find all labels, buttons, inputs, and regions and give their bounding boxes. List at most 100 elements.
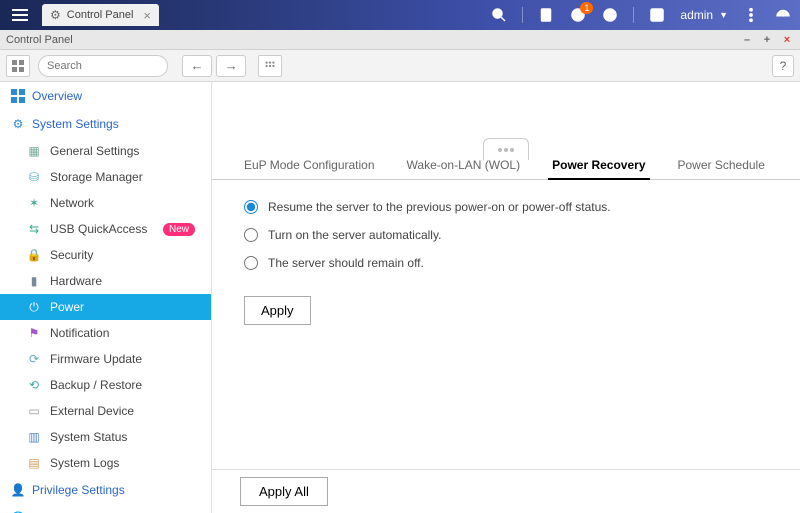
settings-icon: ▦ [26,143,42,159]
search-field[interactable] [47,60,189,72]
divider [633,7,634,23]
window-title-bar: Control Panel – + × [0,30,800,50]
radio-resume-previous[interactable] [244,200,258,214]
divider [522,7,523,23]
tab-handle[interactable] [483,138,529,160]
notifications-icon[interactable]: 1 [569,6,587,24]
sidebar-item-network[interactable]: ✶ Network [0,190,211,216]
apply-button[interactable]: Apply [244,296,311,325]
sidebar-item-label: System Status [50,430,127,444]
option-label: The server should remain off. [268,256,424,270]
user-icon[interactable] [648,6,666,24]
sidebar-item-storage-manager[interactable]: ⛁ Storage Manager [0,164,211,190]
sidebar-item-label: Notification [50,326,109,340]
sidebar-item-firmware-update[interactable]: ⟳ Firmware Update [0,346,211,372]
sidebar-item-label: Hardware [50,274,102,288]
window-title: Control Panel [6,34,73,46]
dashboard-icon[interactable] [774,6,792,24]
sidebar-item-system-status[interactable]: ▥ System Status [0,424,211,450]
sidebar-cat-label: System Settings [32,117,119,131]
user-menu[interactable]: admin ▼ [680,8,728,22]
chevron-down-icon: ▼ [719,10,728,20]
app-tab-control-panel[interactable]: ⚙ Control Panel × [42,4,159,26]
usb-icon: ⇆ [26,221,42,237]
device-icon: ▭ [26,403,42,419]
lock-icon: 🔒 [26,247,42,263]
sidebar-item-label: Power [50,300,84,314]
sidebar-cat-label: Privilege Settings [32,483,125,497]
close-icon[interactable]: × [143,8,151,23]
sidebar: Overview ⚙ System Settings ▦ General Set… [0,82,212,513]
search-input[interactable] [38,55,168,77]
minimize-button[interactable]: – [740,34,754,46]
sidebar-item-security[interactable]: 🔒 Security [0,242,211,268]
tab-label: Wake-on-LAN (WOL) [407,158,521,172]
sidebar-item-backup-restore[interactable]: ⟲ Backup / Restore [0,372,211,398]
close-button[interactable]: × [780,34,794,46]
options-group: Resume the server to the previous power-… [212,180,800,290]
new-badge: New [163,223,195,236]
sidebar-item-label: Network [50,196,94,210]
forward-button[interactable]: → [216,55,246,77]
help-button[interactable]: ? [772,55,794,77]
option-resume-previous[interactable]: Resume the server to the previous power-… [244,200,768,214]
app-tab-label: Control Panel [67,9,134,21]
notification-badge: 1 [580,2,593,14]
sidebar-item-general-settings[interactable]: ▦ General Settings [0,138,211,164]
option-remain-off[interactable]: The server should remain off. [244,256,768,270]
user-icon: 👤 [10,482,26,498]
sidebar-item-label: Security [50,248,93,262]
flag-icon: ⚑ [26,325,42,341]
maximize-button[interactable]: + [760,34,774,46]
radio-turn-on-auto[interactable] [244,228,258,242]
sidebar-item-notification[interactable]: ⚑ Notification [0,320,211,346]
more-icon[interactable] [742,6,760,24]
radio-remain-off[interactable] [244,256,258,270]
user-label: admin [680,8,713,22]
sidebar-item-label: Firmware Update [50,352,142,366]
sidebar-item-label: Backup / Restore [50,378,142,392]
sidebar-item-hardware[interactable]: ▮ Hardware [0,268,211,294]
gear-icon: ⚙ [50,8,61,22]
tab-power-recovery[interactable]: Power Recovery [548,152,649,180]
power-icon: ⏻ [26,299,42,315]
apply-all-button[interactable]: Apply All [240,477,328,506]
nav-buttons: ← → [182,55,246,77]
sidebar-cat-overview[interactable]: Overview [0,82,211,110]
tab-label: Power Recovery [552,158,645,172]
view-mode-button[interactable] [6,55,30,77]
network-icon: ✶ [26,195,42,211]
option-turn-on-auto[interactable]: Turn on the server automatically. [244,228,768,242]
tab-label: Power Schedule [678,158,765,172]
main-panel: EuP Mode Configuration Wake-on-LAN (WOL)… [212,82,800,513]
tab-label: EuP Mode Configuration [244,158,375,172]
clipboard-icon[interactable] [537,6,555,24]
sidebar-item-usb-quickaccess[interactable]: ⇆ USB QuickAccess New [0,216,211,242]
sidebar-item-label: System Logs [50,456,119,470]
apps-grid-button[interactable] [258,55,282,77]
sidebar-cat-system-settings[interactable]: ⚙ System Settings [0,110,211,138]
sidebar-item-system-logs[interactable]: ▤ System Logs [0,450,211,476]
info-icon[interactable] [601,6,619,24]
logs-icon: ▤ [26,455,42,471]
sidebar-item-label: General Settings [50,144,139,158]
search-icon[interactable] [490,6,508,24]
gear-icon: ⚙ [10,116,26,132]
sidebar-cat-network-services[interactable]: 🌐 Network Services [0,504,211,513]
sidebar-item-label: Storage Manager [50,170,143,184]
top-right-controls: 1 admin ▼ [490,6,792,24]
hardware-icon: ▮ [26,273,42,289]
tab-power-schedule[interactable]: Power Schedule [674,152,769,180]
top-bar: ⚙ Control Panel × 1 admin ▼ [0,0,800,30]
menu-icon[interactable] [8,3,32,27]
sidebar-item-external-device[interactable]: ▭ External Device [0,398,211,424]
toolbar: ← → ? [0,50,800,82]
tab-eup-mode[interactable]: EuP Mode Configuration [240,152,379,180]
status-icon: ▥ [26,429,42,445]
sidebar-cat-privilege-settings[interactable]: 👤 Privilege Settings [0,476,211,504]
update-icon: ⟳ [26,351,42,367]
sidebar-item-power[interactable]: ⏻ Power [0,294,211,320]
back-button[interactable]: ← [182,55,212,77]
overview-icon [10,88,26,104]
option-label: Resume the server to the previous power-… [268,200,611,214]
